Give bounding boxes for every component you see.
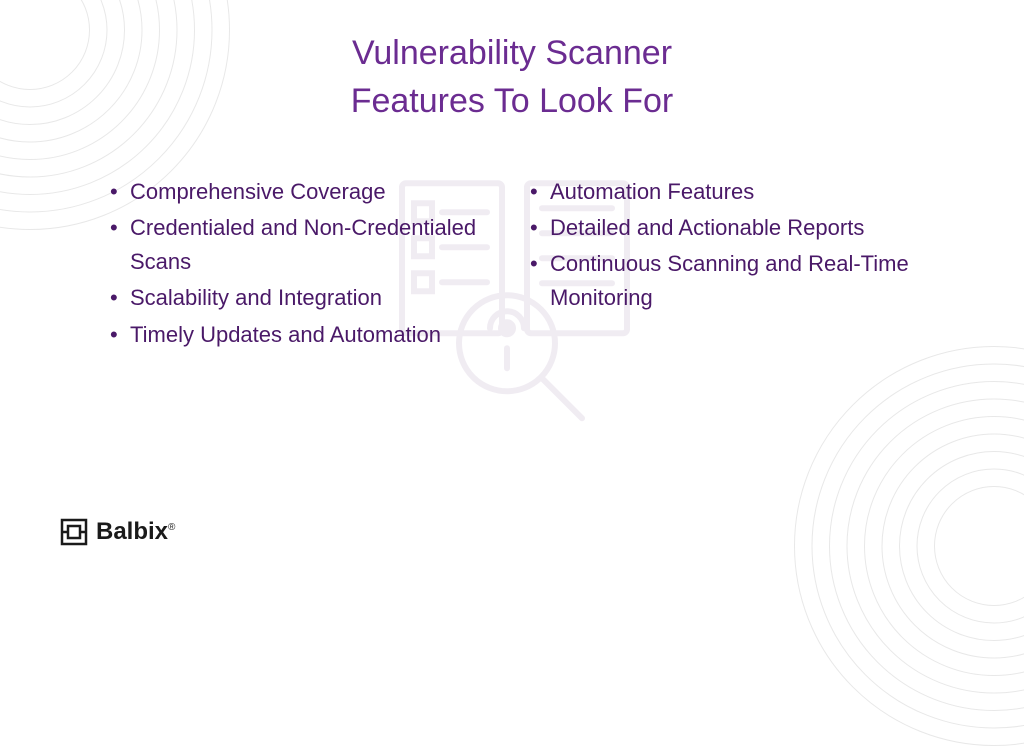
feature-column-left: Comprehensive Coverage Credentialed and …	[102, 175, 502, 353]
feature-item: Automation Features	[542, 175, 922, 209]
feature-item: Comprehensive Coverage	[122, 175, 502, 209]
decorative-circles-bottom-right	[824, 376, 1024, 716]
feature-list-left: Comprehensive Coverage Credentialed and …	[102, 175, 502, 351]
balbix-logo-icon	[60, 518, 88, 546]
feature-item: Continuous Scanning and Real-Time Monito…	[542, 247, 922, 315]
brand-name: Balbix®	[96, 518, 175, 546]
brand-logo: Balbix®	[60, 518, 175, 546]
feature-item: Scalability and Integration	[122, 281, 502, 315]
feature-columns: Comprehensive Coverage Credentialed and …	[102, 175, 922, 353]
feature-column-right: Automation Features Detailed and Actiona…	[522, 175, 922, 353]
title-line-1: Vulnerability Scanner	[60, 30, 964, 78]
slide-title: Vulnerability Scanner Features To Look F…	[60, 30, 964, 125]
feature-item: Credentialed and Non-Credentialed Scans	[122, 211, 502, 279]
feature-item: Timely Updates and Automation	[122, 318, 502, 352]
feature-list-right: Automation Features Detailed and Actiona…	[522, 175, 922, 315]
slide-container: Vulnerability Scanner Features To Look F…	[0, 0, 1024, 576]
title-line-2: Features To Look For	[60, 78, 964, 126]
feature-item: Detailed and Actionable Reports	[542, 211, 922, 245]
